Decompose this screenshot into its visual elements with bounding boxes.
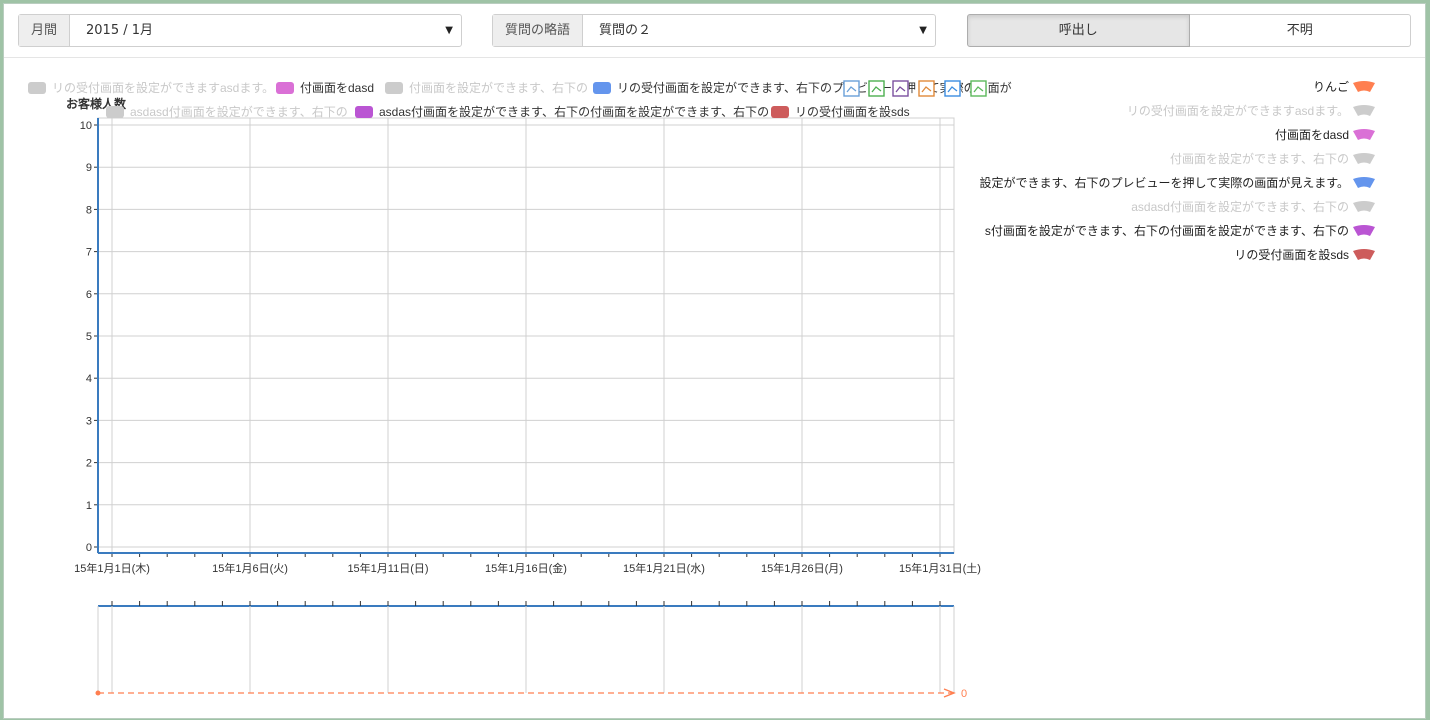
y-tick-label: 1 bbox=[86, 500, 92, 512]
question-value-text: 質問の２ bbox=[599, 23, 652, 38]
legend-item-label: 付画面をdasd bbox=[300, 81, 374, 95]
toolbar-icon-frame bbox=[970, 80, 987, 97]
y-tick-label: 2 bbox=[86, 458, 92, 470]
legend-item-label: リの受付画面を設定ができますasdます。 bbox=[52, 80, 274, 95]
y-tick-label: 7 bbox=[86, 247, 92, 259]
series-legend-label: りんご bbox=[1313, 79, 1349, 94]
unknown-button[interactable]: 不明 bbox=[1189, 14, 1411, 47]
save-image-icon[interactable] bbox=[970, 80, 987, 97]
y-tick-label: 9 bbox=[86, 162, 92, 174]
legend-swatch bbox=[593, 82, 611, 94]
app-frame: 月間 2015 / 1月 ▼ 質問の略語 質問の２ ▼ 呼出し 不明 0 1 2 3 4… bbox=[3, 3, 1426, 719]
bar-chart-icon[interactable] bbox=[892, 80, 909, 97]
series-legend-label: s付画面を設定ができます、右下の付画面を設定ができます、右下の bbox=[985, 223, 1349, 238]
question-select[interactable]: 質問の略語 質問の２ ▼ bbox=[492, 14, 936, 47]
series-legend-icon bbox=[1353, 177, 1375, 188]
legend-item-label: asdas付画面を設定ができます、右下の付画面を設定ができます、右下の bbox=[379, 104, 769, 119]
month-value-text: 2015 / 1月 bbox=[86, 23, 154, 38]
x-tick-label: 15年1月26日(月) bbox=[761, 561, 843, 575]
y-tick-label: 6 bbox=[86, 289, 92, 301]
series-legend-label: asdasd付画面を設定ができます、右下の bbox=[1131, 199, 1349, 214]
month-select-label: 月間 bbox=[19, 15, 71, 46]
legend-swatch bbox=[771, 106, 789, 118]
legend-swatch bbox=[385, 82, 403, 94]
chevron-down-icon[interactable]: ▼ bbox=[919, 15, 927, 46]
toolbar-icon-frame bbox=[868, 80, 885, 97]
series-legend-label: 付画面をdasd bbox=[1275, 128, 1349, 142]
x-tick-label: 15年1月21日(水) bbox=[623, 561, 705, 575]
series-legend-icon bbox=[1353, 129, 1375, 140]
series-legend-label: 付画面を設定ができます、右下の bbox=[1170, 151, 1349, 166]
navigator-end-label: 0 bbox=[961, 688, 967, 700]
question-select-value[interactable]: 質問の２ ▼ bbox=[583, 15, 935, 46]
legend-swatch bbox=[28, 82, 46, 94]
chevron-down-icon[interactable]: ▼ bbox=[445, 15, 453, 46]
call-button[interactable]: 呼出し bbox=[967, 14, 1190, 47]
y-tick-label: 0 bbox=[86, 542, 92, 554]
data-view-icon[interactable] bbox=[843, 80, 860, 97]
legend-swatch bbox=[106, 106, 124, 118]
x-tick-label: 15年1月16日(金) bbox=[485, 561, 567, 575]
legend-item-label: リの受付画面を設sds bbox=[795, 104, 910, 119]
legend-item-label: 付画面を設定ができます、右下の bbox=[409, 80, 588, 95]
chart: 0 1 2 3 4 5 6 7 8 9 10 15年1月1日(木) 15年1月6日(火) 15年1月11日… bbox=[28, 79, 1375, 700]
y-tick-label: 10 bbox=[80, 120, 92, 132]
y-tick-label: 3 bbox=[86, 415, 92, 427]
toolbar-icon-frame bbox=[944, 80, 961, 97]
x-tick-label: 15年1月31日(土) bbox=[899, 561, 981, 575]
series-legend-icon bbox=[1353, 201, 1375, 212]
series-legend-label: リの受付画面を設定ができますasdます。 bbox=[1127, 103, 1349, 118]
toolbar-icon-frame bbox=[843, 80, 860, 97]
line-chart-icon[interactable] bbox=[868, 80, 885, 97]
series-legend-icon bbox=[1353, 225, 1375, 236]
x-tick-label: 15年1月6日(火) bbox=[212, 561, 288, 575]
month-select[interactable]: 月間 2015 / 1月 ▼ bbox=[18, 14, 462, 47]
month-select-value[interactable]: 2015 / 1月 ▼ bbox=[70, 15, 461, 46]
series-legend-icon bbox=[1353, 81, 1375, 92]
series-legend-icon bbox=[1353, 249, 1375, 260]
y-tick-label: 4 bbox=[86, 373, 92, 385]
x-tick-label: 15年1月1日(木) bbox=[74, 561, 150, 575]
legend-swatch bbox=[355, 106, 373, 118]
y-tick-label: 5 bbox=[86, 331, 92, 343]
stack-icon[interactable] bbox=[918, 80, 935, 97]
series-legend-label: 設定ができます、右下のプレビューを押して実際の画面が見えます。 bbox=[980, 175, 1349, 190]
toolbar-icon-frame bbox=[892, 80, 909, 97]
series-legend-icon bbox=[1353, 153, 1375, 164]
legend-item-label: asdasd付画面を設定ができます、右下の bbox=[130, 104, 348, 119]
restore-icon[interactable] bbox=[944, 80, 961, 97]
y-tick-label: 8 bbox=[86, 204, 92, 216]
divider bbox=[4, 57, 1425, 58]
series-legend-icon bbox=[1353, 105, 1375, 116]
x-tick-label: 15年1月11日(日) bbox=[347, 561, 428, 575]
series-legend-label: リの受付画面を設sds bbox=[1234, 247, 1349, 262]
call-toggle-group: 呼出し 不明 bbox=[967, 14, 1411, 47]
question-select-label: 質問の略語 bbox=[493, 15, 584, 46]
legend-swatch bbox=[276, 82, 294, 94]
toolbar-icon-frame bbox=[918, 80, 935, 97]
